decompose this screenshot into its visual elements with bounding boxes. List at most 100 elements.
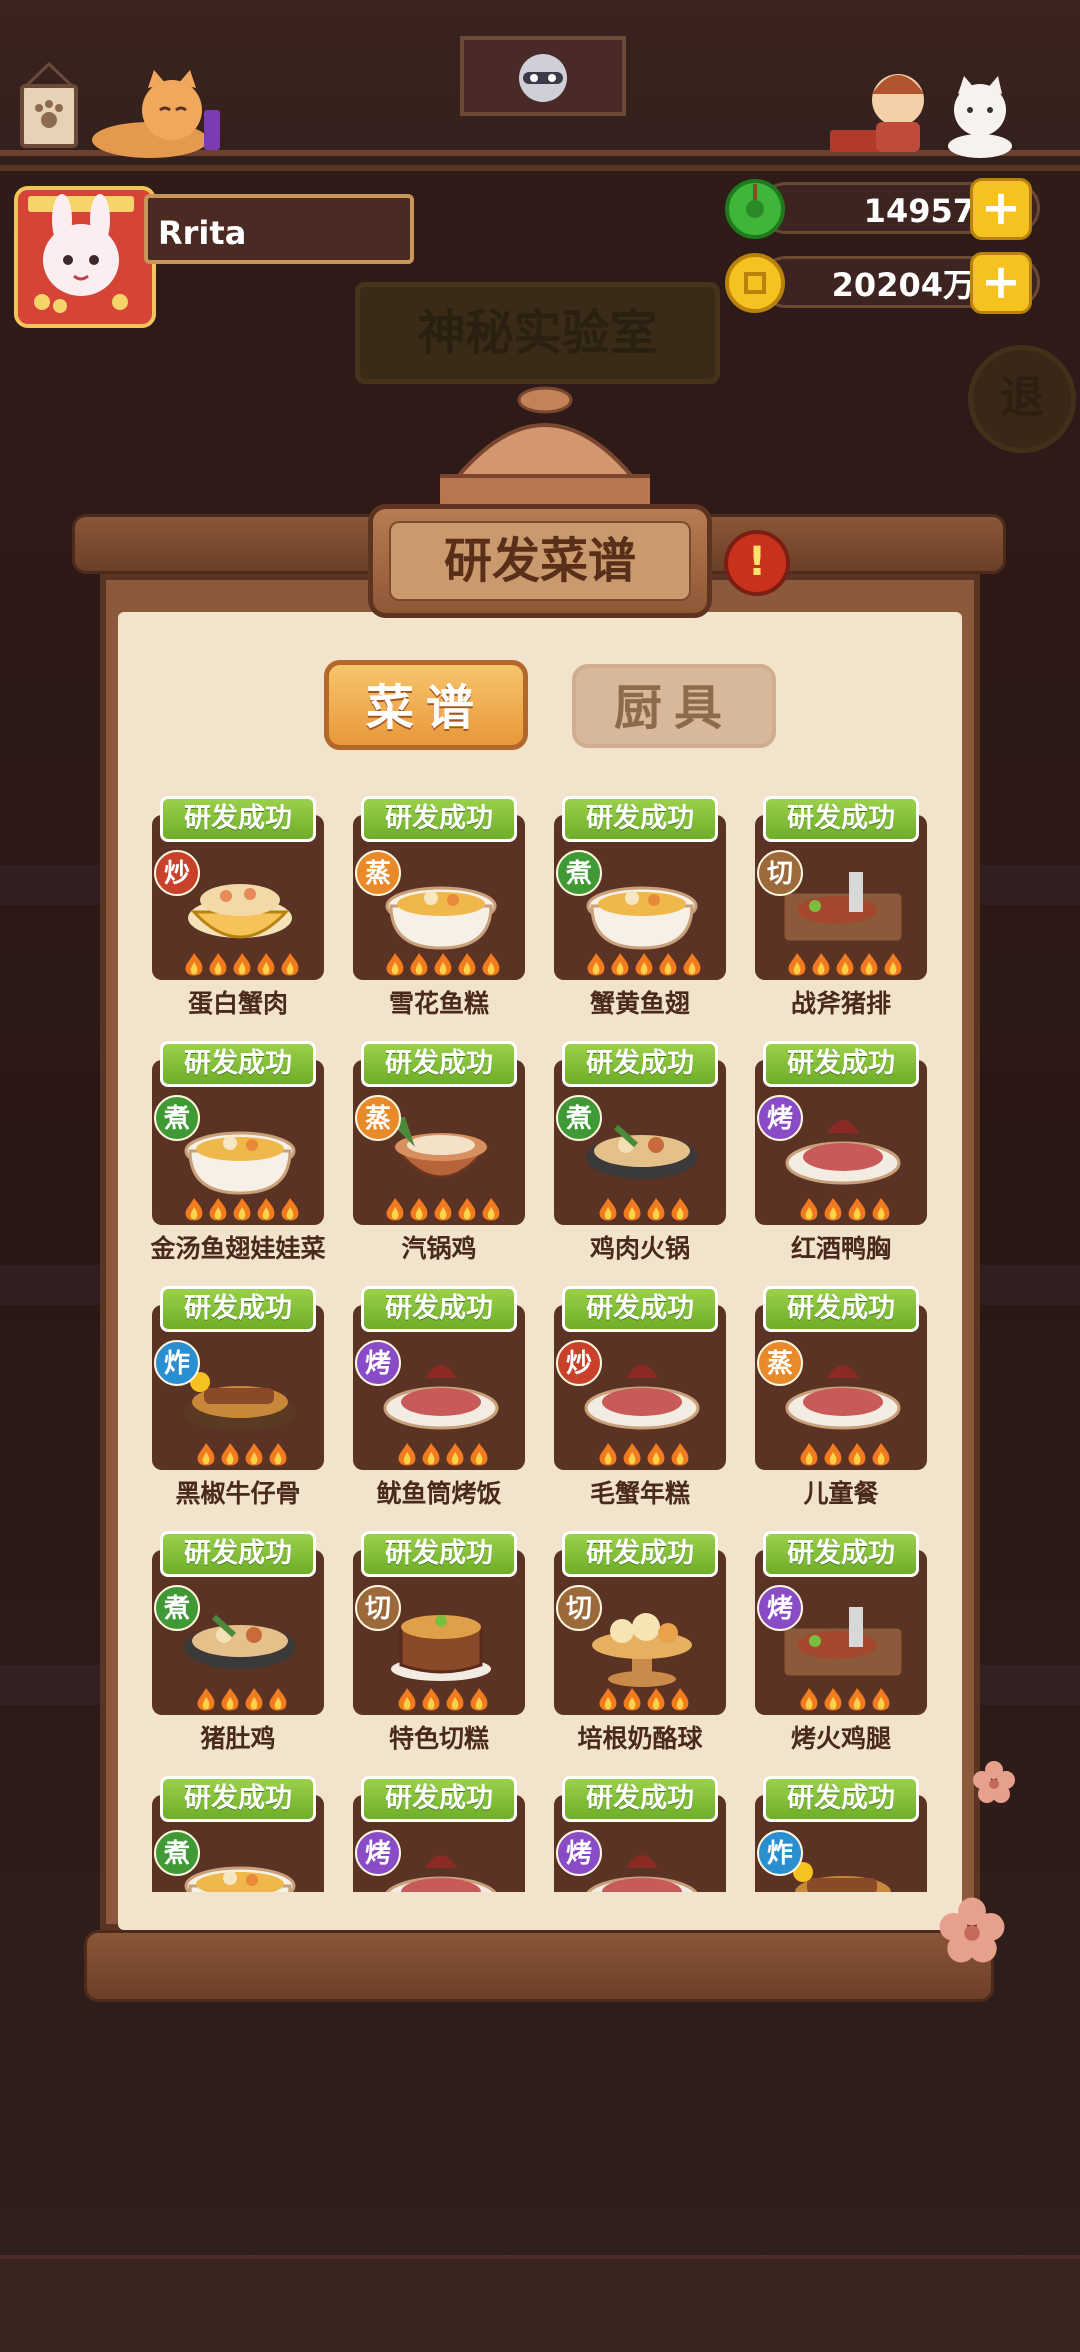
flame-icon	[195, 1442, 217, 1468]
flame-icon	[846, 1442, 868, 1468]
flame-icon	[468, 1687, 490, 1713]
flame-icon	[846, 1197, 868, 1223]
recipe-name: 蛋白蟹肉	[187, 989, 288, 1018]
recipe-card[interactable]: 研发成功蒸儿童餐	[755, 1280, 927, 1508]
flame-icon	[669, 1197, 691, 1223]
flame-icon	[870, 1442, 892, 1468]
recipe-grid: 研发成功炒蛋白蟹肉 研发成功蒸雪花鱼糕 研发成功煮蟹黄鱼翅 研发成功切战斧猪排 研发成功…	[140, 790, 940, 1892]
flame-icon	[597, 1442, 619, 1468]
recipe-name: 鸡肉火锅	[589, 1234, 690, 1263]
flame-icon	[444, 1442, 466, 1468]
flame-icon	[267, 1687, 289, 1713]
flame-rating	[775, 1197, 915, 1223]
flame-icon	[645, 1442, 667, 1468]
cooking-method-badge: 烤	[556, 1830, 602, 1876]
flame-icon	[798, 1442, 820, 1468]
recipe-card[interactable]: 研发成功烤烤火鸡腿	[755, 1525, 927, 1753]
flame-icon	[243, 1442, 265, 1468]
flower-decoration-icon	[939, 1897, 1005, 1963]
cooking-method-badge: 切	[355, 1585, 401, 1631]
add-gold-button[interactable]: +	[970, 252, 1032, 314]
cooking-method-badge: 烤	[757, 1095, 803, 1141]
flame-rating	[172, 1687, 312, 1713]
flame-rating	[574, 952, 714, 978]
flame-icon	[669, 1442, 691, 1468]
flame-icon	[267, 1442, 289, 1468]
recipe-card[interactable]: 研发成功切战斧猪排	[755, 790, 927, 1018]
exit-button[interactable]: 退	[968, 345, 1076, 453]
recipe-card[interactable]: 研发成功煮鸡肉火锅	[554, 1035, 726, 1263]
flame-rating	[775, 952, 915, 978]
flame-icon	[432, 1197, 454, 1223]
flame-icon	[384, 952, 406, 978]
recipe-name: 汽锅鸡	[401, 1234, 477, 1263]
cooking-method-badge: 炒	[556, 1340, 602, 1386]
flame-rating	[373, 952, 513, 978]
flame-icon	[633, 952, 655, 978]
research-status-badge: 研发成功	[361, 1286, 517, 1332]
recipe-card[interactable]: 研发成功煮蟹黄鱼翅	[554, 790, 726, 1018]
recipe-card[interactable]: 研发成功烤鱿鱼筒烤饭	[353, 1280, 525, 1508]
flame-icon	[420, 1687, 442, 1713]
flame-icon	[597, 1197, 619, 1223]
flame-icon	[858, 952, 880, 978]
chef-decoration-icon	[830, 74, 1012, 158]
recipe-card[interactable]: 研发成功煮	[152, 1770, 324, 1892]
recipe-card[interactable]: 研发成功切培根奶酪球	[554, 1525, 726, 1753]
info-alert-icon[interactable]: !	[724, 530, 790, 596]
recipe-card[interactable]: 研发成功烤	[353, 1770, 525, 1892]
flame-icon	[822, 1197, 844, 1223]
flame-icon	[585, 952, 607, 978]
research-status-badge: 研发成功	[160, 1286, 316, 1332]
flower-decoration-icon	[973, 1761, 1015, 1803]
flame-icon	[480, 1197, 502, 1223]
research-status-badge: 研发成功	[763, 1531, 919, 1577]
flame-icon	[396, 1442, 418, 1468]
recipe-card[interactable]: 研发成功炸黑椒牛仔骨	[152, 1280, 324, 1508]
flame-icon	[810, 952, 832, 978]
recipe-name: 儿童餐	[803, 1479, 879, 1508]
cooking-method-badge: 烤	[757, 1585, 803, 1631]
flame-icon	[255, 952, 277, 978]
flame-icon	[408, 1197, 430, 1223]
recipe-name: 黑椒牛仔骨	[175, 1479, 301, 1508]
recipe-card[interactable]: 研发成功烤红酒鸭胸	[755, 1035, 927, 1263]
tab-cookware[interactable]: 厨具	[572, 664, 776, 748]
recipe-card[interactable]: 研发成功炒毛蟹年糕	[554, 1280, 726, 1508]
cooking-method-badge: 炸	[757, 1830, 803, 1876]
flame-icon	[279, 1197, 301, 1223]
recipe-card[interactable]: 研发成功炒蛋白蟹肉	[152, 790, 324, 1018]
flame-icon	[195, 1687, 217, 1713]
cooking-method-badge: 烤	[355, 1340, 401, 1386]
research-status-badge: 研发成功	[763, 1286, 919, 1332]
add-jade-button[interactable]: +	[970, 178, 1032, 240]
player-avatar[interactable]	[14, 186, 156, 328]
recipe-card[interactable]: 研发成功烤	[554, 1770, 726, 1892]
recipe-card[interactable]: 研发成功煮猪肚鸡	[152, 1525, 324, 1753]
flame-icon	[822, 1687, 844, 1713]
research-status-badge: 研发成功	[562, 1531, 718, 1577]
cooking-method-badge: 炸	[154, 1340, 200, 1386]
recipe-name: 烤火鸡腿	[790, 1724, 891, 1753]
research-status-badge: 研发成功	[763, 1776, 919, 1822]
flame-rating	[373, 1442, 513, 1468]
flame-icon	[468, 1442, 490, 1468]
flame-icon	[798, 1687, 820, 1713]
recipe-card[interactable]: 研发成功切特色切糕	[353, 1525, 525, 1753]
recipe-card[interactable]: 研发成功煮金汤鱼翅娃娃菜	[150, 1035, 326, 1263]
flame-rating	[775, 1442, 915, 1468]
recipe-card[interactable]: 研发成功炸	[755, 1770, 927, 1892]
tab-recipes[interactable]: 菜谱	[324, 660, 528, 750]
flame-icon	[681, 952, 703, 978]
flame-icon	[396, 1687, 418, 1713]
recipe-card[interactable]: 研发成功蒸雪花鱼糕	[353, 790, 525, 1018]
player-name: Rrita	[144, 194, 414, 264]
research-status-badge: 研发成功	[763, 796, 919, 842]
flame-icon	[870, 1197, 892, 1223]
research-status-badge: 研发成功	[562, 1776, 718, 1822]
flame-icon	[231, 1197, 253, 1223]
recipe-card[interactable]: 研发成功蒸汽锅鸡	[353, 1035, 525, 1263]
flame-icon	[645, 1197, 667, 1223]
research-status-badge: 研发成功	[160, 1531, 316, 1577]
jade-coin-icon	[725, 179, 785, 239]
